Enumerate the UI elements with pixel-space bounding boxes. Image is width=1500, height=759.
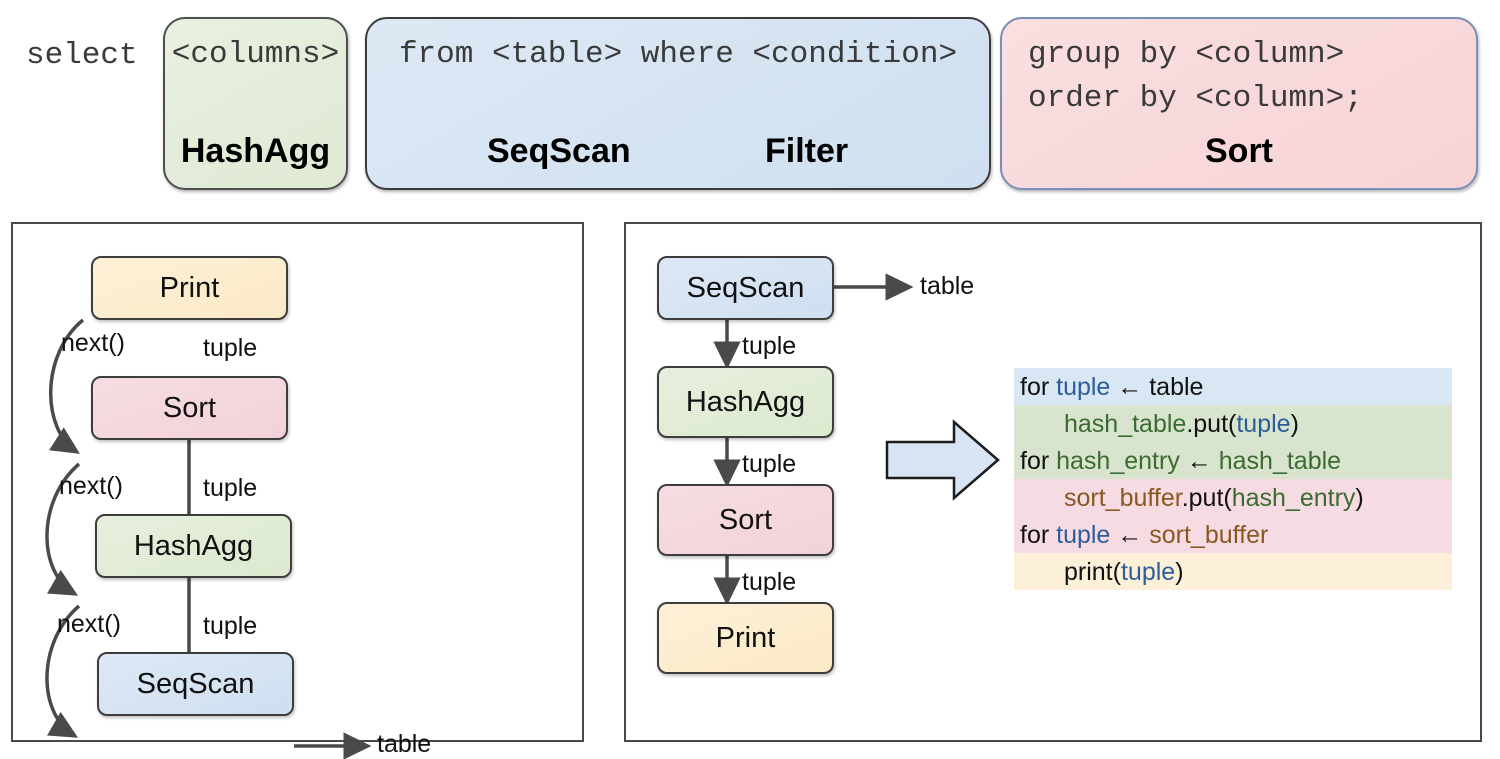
sql-clause-box-seqscan-filter[interactable]: from <table> where <condition> SeqScan F…	[365, 17, 991, 190]
node-hashagg[interactable]: HashAgg	[95, 514, 292, 578]
code-token: )	[1355, 484, 1364, 512]
node-label: Sort	[162, 391, 217, 424]
code-token: .put(	[1186, 410, 1237, 438]
code-token: hash_entry	[1056, 447, 1180, 475]
edge-label-tuple-2: tuple	[203, 474, 258, 502]
node-label: Print	[159, 271, 220, 304]
node-label: Print	[715, 621, 776, 654]
code-line: print(tuple)	[1014, 553, 1500, 591]
code-token: for	[1020, 373, 1057, 401]
code-token: hash_table	[1064, 410, 1187, 438]
generated-code-block: for tuple ← table hash_table.put(tuple) fo…	[1014, 368, 1452, 590]
edge-label-tuple-3: tuple	[742, 568, 797, 596]
node-print[interactable]: Print	[657, 602, 834, 674]
node-seqscan[interactable]: SeqScan	[97, 652, 294, 716]
node-sort[interactable]: Sort	[91, 376, 288, 440]
source-label-table: table	[920, 272, 975, 300]
node-label: SeqScan	[686, 271, 805, 304]
edge-label-next-2: next()	[59, 472, 123, 500]
edge-label-next-1: next()	[61, 329, 125, 357]
code-line: hash_table.put(tuple)	[1014, 405, 1500, 443]
sql-select-keyword: select	[26, 38, 138, 73]
sql-clause-box-hashagg[interactable]: <columns> HashAgg	[163, 17, 348, 190]
node-print[interactable]: Print	[91, 256, 288, 320]
node-sort[interactable]: Sort	[657, 484, 834, 556]
node-label: HashAgg	[133, 529, 254, 562]
code-token: sort_buffer	[1064, 484, 1182, 512]
node-hashagg[interactable]: HashAgg	[657, 366, 834, 438]
edge-label-tuple-1: tuple	[742, 332, 797, 360]
volcano-iterator-panel: Print Sort HashAgg SeqScan next() next()…	[11, 222, 584, 759]
code-line: for tuple ← table	[1014, 368, 1458, 406]
code-token: tuple	[1120, 558, 1176, 586]
sql-query-strip: select <columns> HashAgg from <table> wh…	[0, 0, 1500, 208]
code-token: ←	[1179, 447, 1219, 475]
node-seqscan[interactable]: SeqScan	[657, 256, 834, 320]
code-token: ←	[1110, 521, 1150, 549]
node-label: SeqScan	[136, 667, 255, 700]
sql-clause-text-group-by: group by <column>	[1028, 37, 1345, 72]
node-label: Sort	[718, 503, 773, 536]
operator-label-sort: Sort	[1205, 132, 1273, 170]
edge-label-tuple-1: tuple	[203, 334, 258, 362]
code-token: )	[1290, 410, 1299, 438]
code-token: print(	[1064, 558, 1121, 586]
code-line: sort_buffer.put(hash_entry)	[1014, 479, 1500, 517]
code-token: hash_table	[1218, 447, 1342, 475]
code-token: tuple	[1236, 410, 1291, 438]
code-token: for	[1020, 447, 1057, 475]
code-token: tuple	[1056, 521, 1111, 549]
operator-label-seqscan: SeqScan	[487, 132, 631, 170]
code-token: for	[1020, 521, 1057, 549]
sink-label-table: table	[377, 730, 432, 758]
code-line: for tuple ← sort_buffer	[1014, 516, 1458, 554]
sql-clause-text-order-by: order by <column>;	[1028, 81, 1363, 116]
sql-clause-text-columns: <columns>	[171, 37, 340, 72]
edge-label-tuple-3: tuple	[203, 612, 258, 640]
operator-label-hashagg: HashAgg	[180, 132, 331, 170]
code-token: sort_buffer	[1149, 521, 1269, 549]
edge-label-next-3: next()	[57, 610, 121, 638]
node-label: HashAgg	[685, 385, 806, 418]
sql-clause-box-sort[interactable]: group by <column> order by <column>; Sor…	[1000, 17, 1478, 190]
code-token: hash_entry	[1231, 484, 1356, 512]
operator-label-filter: Filter	[765, 132, 849, 170]
sql-clause-text-from-where: from <table> where <condition>	[398, 37, 958, 72]
code-token: ← table	[1110, 373, 1204, 401]
edge-label-tuple-2: tuple	[742, 450, 797, 478]
code-token: tuple	[1056, 373, 1111, 401]
right-arrow-icon	[885, 419, 1000, 501]
code-line: for hash_entry ← hash_table	[1014, 442, 1458, 480]
code-token: .put(	[1181, 484, 1232, 512]
code-token: )	[1175, 558, 1184, 586]
